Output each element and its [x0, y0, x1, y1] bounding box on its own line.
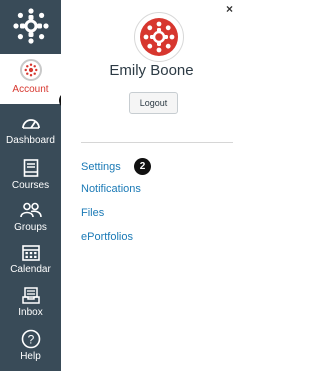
nav-item-label: Calendar [10, 264, 51, 275]
nav-item-dashboard[interactable]: Dashboard [0, 110, 61, 154]
account-tray: × Emily Boone Logout Settings Notificati… [61, 0, 242, 371]
profile-avatar [134, 12, 184, 62]
nav-item-account[interactable]: Account [0, 54, 61, 104]
nav-item-label: Courses [11, 180, 50, 191]
inbox-icon [20, 285, 42, 305]
nav-item-label: Inbox [18, 307, 43, 318]
svg-text:?: ? [27, 333, 34, 347]
nav-account-label: Account [12, 84, 49, 95]
divider [81, 142, 233, 143]
logout-button[interactable]: Logout [129, 92, 178, 114]
settings-link[interactable]: Settings [81, 161, 121, 173]
canvas-logo[interactable] [0, 0, 61, 52]
canvas-logo-icon [12, 8, 49, 44]
nav-item-calendar[interactable]: Calendar [0, 239, 61, 283]
user-name: Emily Boone [109, 62, 194, 79]
user-avatar-icon [19, 59, 42, 81]
files-link[interactable]: Files [81, 207, 104, 219]
global-navigation: Account Dashboard Courses Groups Calenda… [0, 0, 61, 371]
nav-item-label: Help [20, 351, 41, 362]
user-avatar-icon [140, 18, 178, 56]
nav-item-groups[interactable]: Groups [0, 197, 61, 241]
nav-item-label: Groups [14, 222, 47, 233]
nav-item-help[interactable]: ? Help [0, 326, 61, 370]
nav-item-label: Dashboard [6, 135, 55, 146]
eportfolios-link[interactable]: ePortfolios [81, 231, 133, 243]
close-icon[interactable]: × [226, 2, 233, 16]
dashboard-icon [20, 113, 42, 133]
people-icon [19, 200, 42, 220]
notifications-link[interactable]: Notifications [81, 183, 141, 195]
book-icon [20, 158, 42, 178]
nav-item-courses[interactable]: Courses [0, 155, 61, 199]
callout-badge-2: 2 [134, 158, 151, 175]
help-icon: ? [20, 329, 42, 349]
nav-item-inbox[interactable]: Inbox [0, 282, 61, 326]
calendar-icon [20, 242, 42, 262]
